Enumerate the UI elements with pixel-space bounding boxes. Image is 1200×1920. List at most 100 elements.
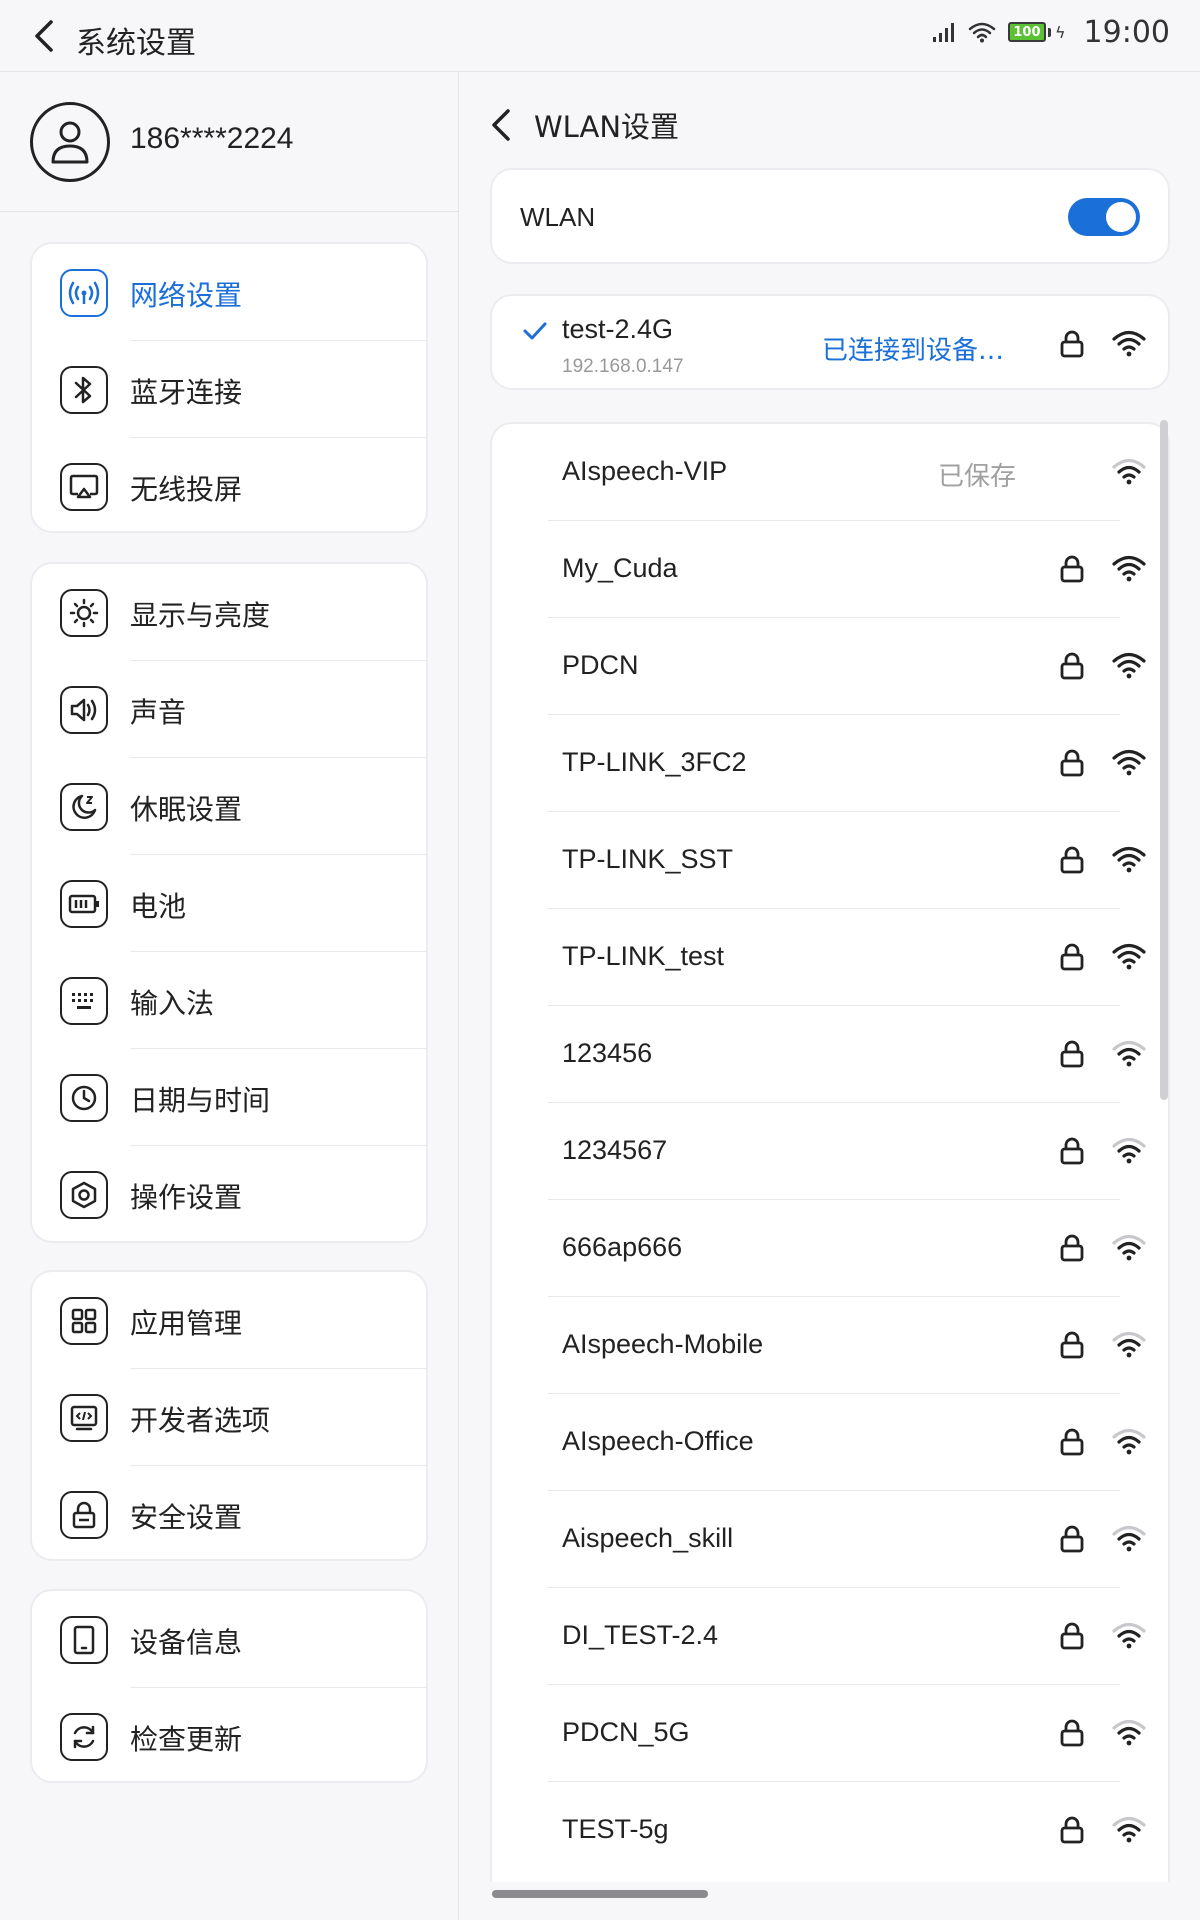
keyboard-icon: [60, 977, 108, 1025]
device-info-icon: [60, 1616, 108, 1664]
network-row[interactable]: TP-LINK_test: [492, 909, 1168, 1006]
network-row[interactable]: TP-LINK_SST: [492, 812, 1168, 909]
network-row[interactable]: 1234567: [492, 1103, 1168, 1200]
sidebar-item-label: 蓝牙连接: [130, 376, 243, 409]
sidebar-item-label: 设备信息: [130, 1626, 243, 1659]
wifi-weak-icon: [1112, 1234, 1146, 1261]
bluetooth-icon: [60, 366, 108, 414]
network-row[interactable]: TP-LINK_3FC2: [492, 715, 1168, 812]
sidebar-item-label: 网络设置: [130, 279, 243, 312]
wifi-weak-icon: [1112, 1525, 1146, 1552]
network-row[interactable]: My_Cuda: [492, 521, 1168, 618]
menu-group-network: 网络设置 蓝牙连接 无线投屏: [30, 242, 428, 533]
network-row[interactable]: PDCN_5G: [492, 1685, 1168, 1782]
sidebar-item-display[interactable]: 显示与亮度: [32, 564, 426, 661]
sidebar-item-operation[interactable]: 操作设置: [32, 1146, 426, 1241]
lock-icon: [1060, 1816, 1084, 1844]
network-ssid: 666ap666: [562, 1232, 683, 1262]
wlan-toggle-switch[interactable]: [1068, 198, 1140, 236]
lock-icon: [1060, 846, 1084, 874]
developer-icon: [60, 1394, 108, 1442]
network-ssid: PDCN: [562, 650, 639, 680]
speaker-icon: [60, 686, 108, 734]
network-ssid: AIspeech-Office: [562, 1426, 754, 1456]
list-scrollbar[interactable]: [1160, 420, 1168, 1100]
sidebar-item-date-time[interactable]: 日期与时间: [32, 1049, 426, 1146]
network-row[interactable]: AIspeech-VIP 已保存: [492, 424, 1168, 521]
sidebar-item-sound[interactable]: 声音: [32, 661, 426, 758]
sidebar-item-security[interactable]: 安全设置: [32, 1466, 426, 1559]
checkmark-icon: [523, 322, 547, 340]
clock-time: 19:00: [1083, 14, 1170, 50]
sidebar-item-label: 休眠设置: [130, 793, 243, 826]
lock-icon: [1060, 749, 1084, 777]
lock-icon: [1060, 1428, 1084, 1456]
home-indicator[interactable]: [492, 1890, 708, 1898]
wifi-weak-icon: [1112, 458, 1146, 485]
network-row[interactable]: AIspeech-Mobile: [492, 1297, 1168, 1394]
network-ssid: AIspeech-VIP: [562, 456, 728, 486]
sidebar-item-app-management[interactable]: 应用管理: [32, 1272, 426, 1369]
lock-icon: [1060, 652, 1084, 680]
screen-cast-icon: [60, 463, 108, 511]
refresh-icon: [60, 1713, 108, 1761]
sidebar-item-bluetooth[interactable]: 蓝牙连接: [32, 341, 426, 438]
network-ssid: My_Cuda: [562, 553, 678, 583]
battery-level: 100: [1007, 22, 1046, 42]
sidebar-item-sleep[interactable]: 休眠设置: [32, 758, 426, 855]
network-row[interactable]: TEST-5g: [492, 1782, 1168, 1879]
wifi-strong-icon: [1112, 555, 1146, 582]
network-ssid: TEST-5g: [562, 1814, 669, 1844]
brightness-icon: [60, 589, 108, 637]
cell-signal-icon: [932, 23, 954, 42]
user-profile[interactable]: 186****2224: [0, 72, 458, 212]
lock-icon: [1060, 1622, 1084, 1650]
app-grid-icon: [60, 1297, 108, 1345]
top-bar: 系统设置 100 ϟ 19:00: [0, 0, 1200, 72]
network-ssid: TP-LINK_3FC2: [562, 747, 747, 777]
sidebar-item-developer[interactable]: 开发者选项: [32, 1369, 426, 1466]
battery-indicator: 100 ϟ: [1007, 22, 1066, 42]
wifi-status-icon: [968, 22, 996, 43]
lock-icon: [1060, 1525, 1084, 1553]
network-row[interactable]: 666ap666: [492, 1200, 1168, 1297]
sidebar-item-network[interactable]: 网络设置: [32, 244, 426, 341]
menu-group-about: 设备信息 检查更新: [30, 1589, 428, 1783]
sidebar-item-check-update[interactable]: 检查更新: [32, 1688, 426, 1781]
back-button[interactable]: [28, 16, 60, 56]
lock-icon: [1060, 1331, 1084, 1359]
sidebar-item-device-info[interactable]: 设备信息: [32, 1591, 426, 1688]
sidebar-item-label: 应用管理: [130, 1307, 243, 1340]
sidebar-item-label: 检查更新: [130, 1723, 243, 1756]
settings-sidebar: 186****2224 网络设置 蓝牙连接 无线投屏 显示与亮度 声音 休眠设置…: [0, 72, 458, 1920]
lock-icon: [1060, 1234, 1084, 1262]
sidebar-item-label: 电池: [130, 890, 187, 923]
lock-icon: [1060, 1040, 1084, 1068]
wifi-weak-icon: [1112, 1040, 1146, 1067]
chevron-left-icon[interactable]: [490, 108, 512, 142]
network-ssid: DI_TEST-2.4: [562, 1620, 719, 1650]
network-row[interactable]: PDCN: [492, 618, 1168, 715]
connected-ip: 192.168.0.147: [562, 356, 684, 377]
sidebar-item-label: 安全设置: [130, 1501, 243, 1534]
network-row[interactable]: 123456: [492, 1006, 1168, 1103]
sidebar-item-battery[interactable]: 电池: [32, 855, 426, 952]
wifi-weak-icon: [1112, 1428, 1146, 1455]
network-status: 已保存: [938, 462, 1017, 492]
wlan-header: WLAN设置: [490, 100, 679, 150]
hexagon-settings-icon: [60, 1171, 108, 1219]
chevron-left-icon: [35, 20, 53, 52]
sidebar-item-input-method[interactable]: 输入法: [32, 952, 426, 1049]
network-row[interactable]: DI_TEST-2.4: [492, 1588, 1168, 1685]
page-title: 系统设置: [76, 26, 196, 61]
network-row[interactable]: AIspeech-Office: [492, 1394, 1168, 1491]
connected-ssid: test-2.4G: [562, 314, 674, 344]
sidebar-item-label: 输入法: [130, 987, 215, 1020]
lock-icon: [1060, 1719, 1084, 1747]
menu-group-apps: 应用管理 开发者选项 安全设置: [30, 1270, 428, 1561]
lock-icon: [1060, 1137, 1084, 1165]
sidebar-item-screencast[interactable]: 无线投屏: [32, 438, 426, 531]
connected-network[interactable]: test-2.4G 192.168.0.147 已连接到设备…: [490, 294, 1170, 390]
network-row[interactable]: Aispeech_skill: [492, 1491, 1168, 1588]
wlan-toggle-row: WLAN: [490, 168, 1170, 264]
